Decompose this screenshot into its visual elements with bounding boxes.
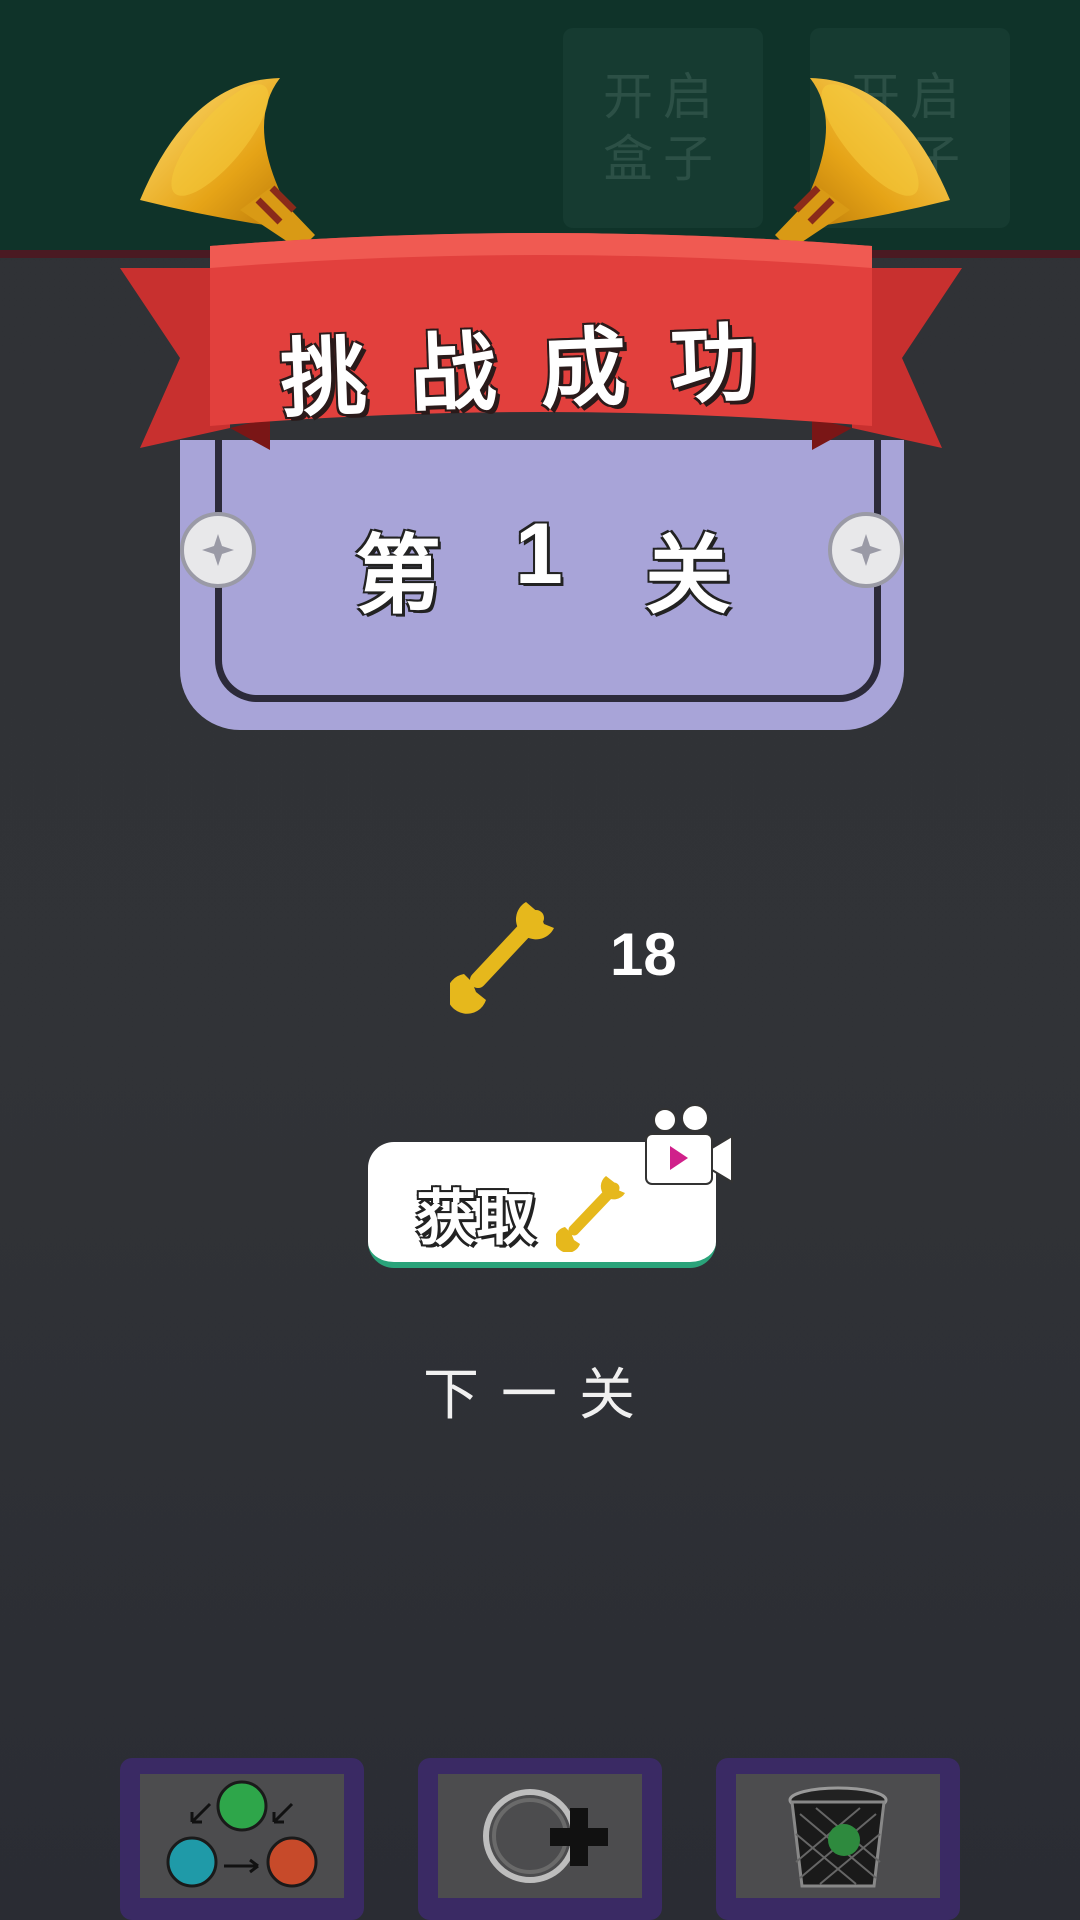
tool-swap-colors-panel — [140, 1774, 344, 1898]
wrench-icon — [450, 902, 554, 1014]
open-box-label-line1: 开启 — [603, 68, 723, 126]
tool-swap-colors-button[interactable] — [120, 1758, 364, 1920]
tool-trash-panel — [736, 1774, 940, 1898]
video-ad-icon — [645, 1104, 733, 1185]
screw-left-icon — [180, 512, 256, 588]
get-wrench-label: 获取 — [416, 1184, 536, 1254]
level-number: 1 — [515, 506, 563, 602]
level-suffix: 关 — [645, 526, 731, 626]
wrench-small-icon — [556, 1176, 625, 1252]
open-box-button-1[interactable]: 开启 盒子 — [563, 28, 763, 228]
wrench-count: 18 — [610, 921, 677, 988]
tool-add-ring-panel — [438, 1774, 642, 1898]
next-level-button[interactable]: 下一关 — [0, 1350, 1080, 1431]
level-prefix: 第 — [355, 526, 441, 626]
screw-right-icon — [828, 512, 904, 588]
swap-colors-icon — [166, 1780, 318, 1888]
tool-add-ring-button[interactable] — [418, 1758, 662, 1920]
tool-trash-button[interactable] — [716, 1758, 960, 1920]
add-ring-icon — [483, 1789, 608, 1883]
trash-bin-icon — [788, 1786, 888, 1888]
open-box-label-line2: 盒子 — [603, 130, 723, 188]
